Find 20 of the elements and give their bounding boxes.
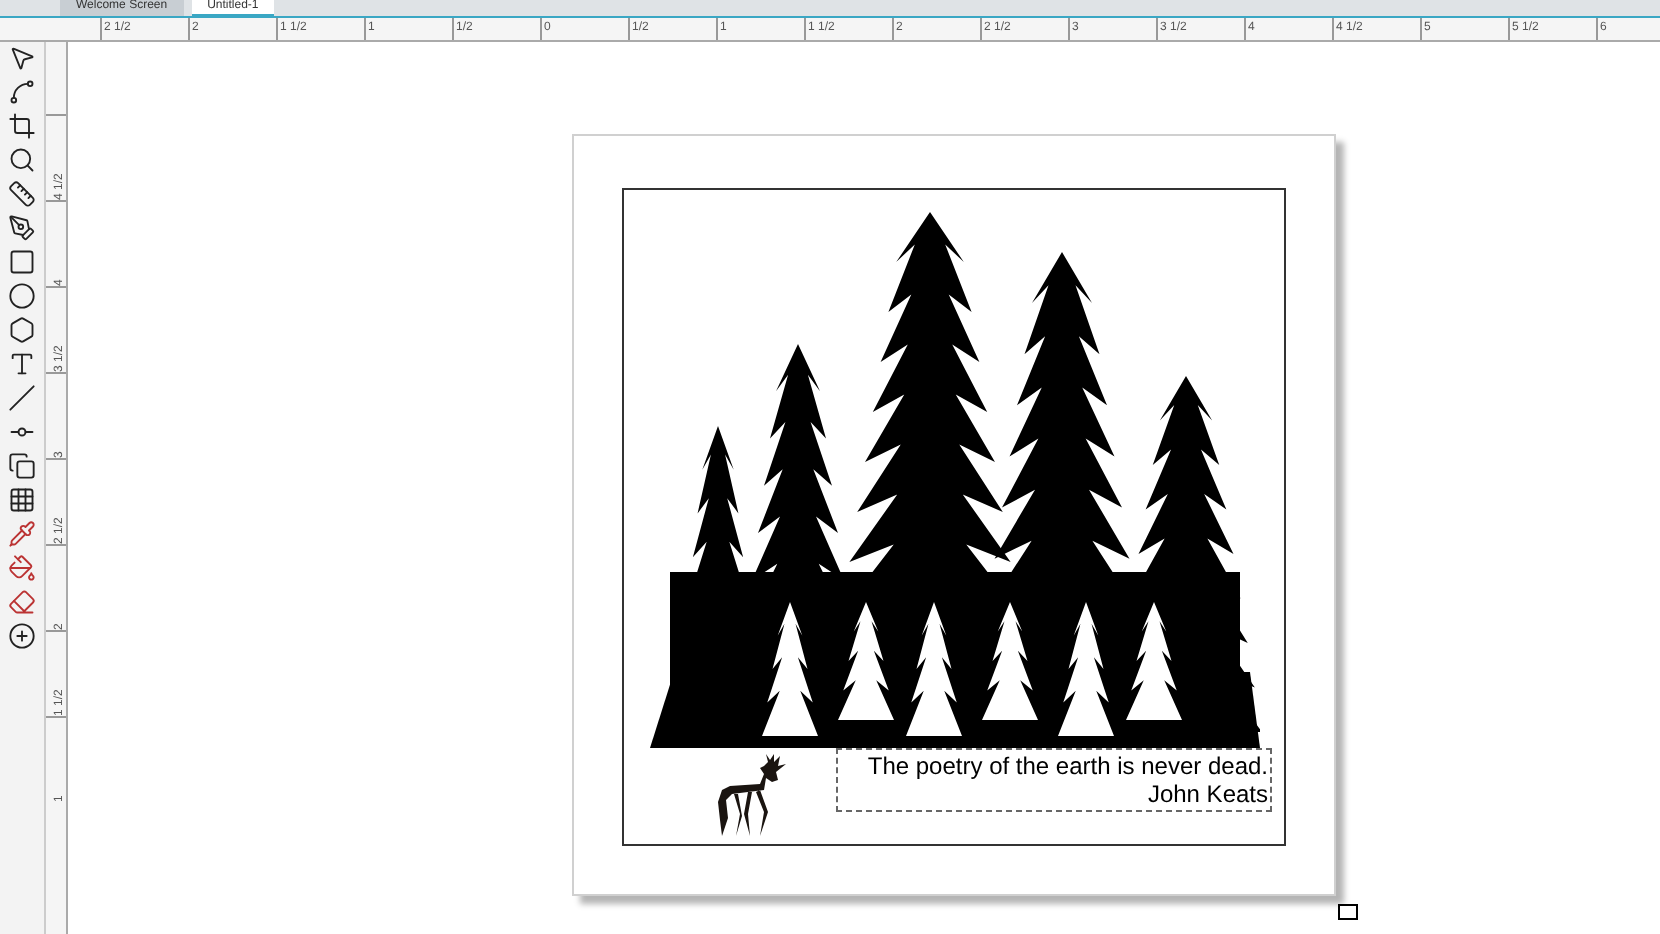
ruler-tool-icon[interactable]: [8, 180, 36, 208]
crop-tool-icon[interactable]: [8, 112, 36, 140]
eraser-tool-icon[interactable]: [8, 588, 36, 616]
resize-handle[interactable]: [1338, 904, 1358, 920]
rectangle-tool-icon[interactable]: [8, 248, 36, 276]
polygon-tool-icon[interactable]: [8, 316, 36, 344]
ellipse-tool-icon[interactable]: [8, 282, 36, 310]
curve-tool-icon[interactable]: [8, 78, 36, 106]
add-tool-icon[interactable]: [8, 622, 36, 650]
zoom-tool-icon[interactable]: [8, 146, 36, 174]
pen-tool-icon[interactable]: [8, 214, 36, 242]
quote-text: The poetry of the earth is never dead.: [867, 752, 1268, 780]
deer-icon: [716, 754, 788, 838]
text-frame[interactable]: The poetry of the earth is never dead. John Keats: [836, 748, 1272, 812]
line-tool-icon[interactable]: [8, 384, 36, 412]
text-tool-icon[interactable]: [8, 350, 36, 378]
pointer-tool-icon[interactable]: [8, 44, 36, 72]
fill-tool-icon[interactable]: [8, 554, 36, 582]
quote-author: John Keats: [1147, 780, 1268, 808]
eyedropper-tool-icon[interactable]: [8, 520, 36, 548]
